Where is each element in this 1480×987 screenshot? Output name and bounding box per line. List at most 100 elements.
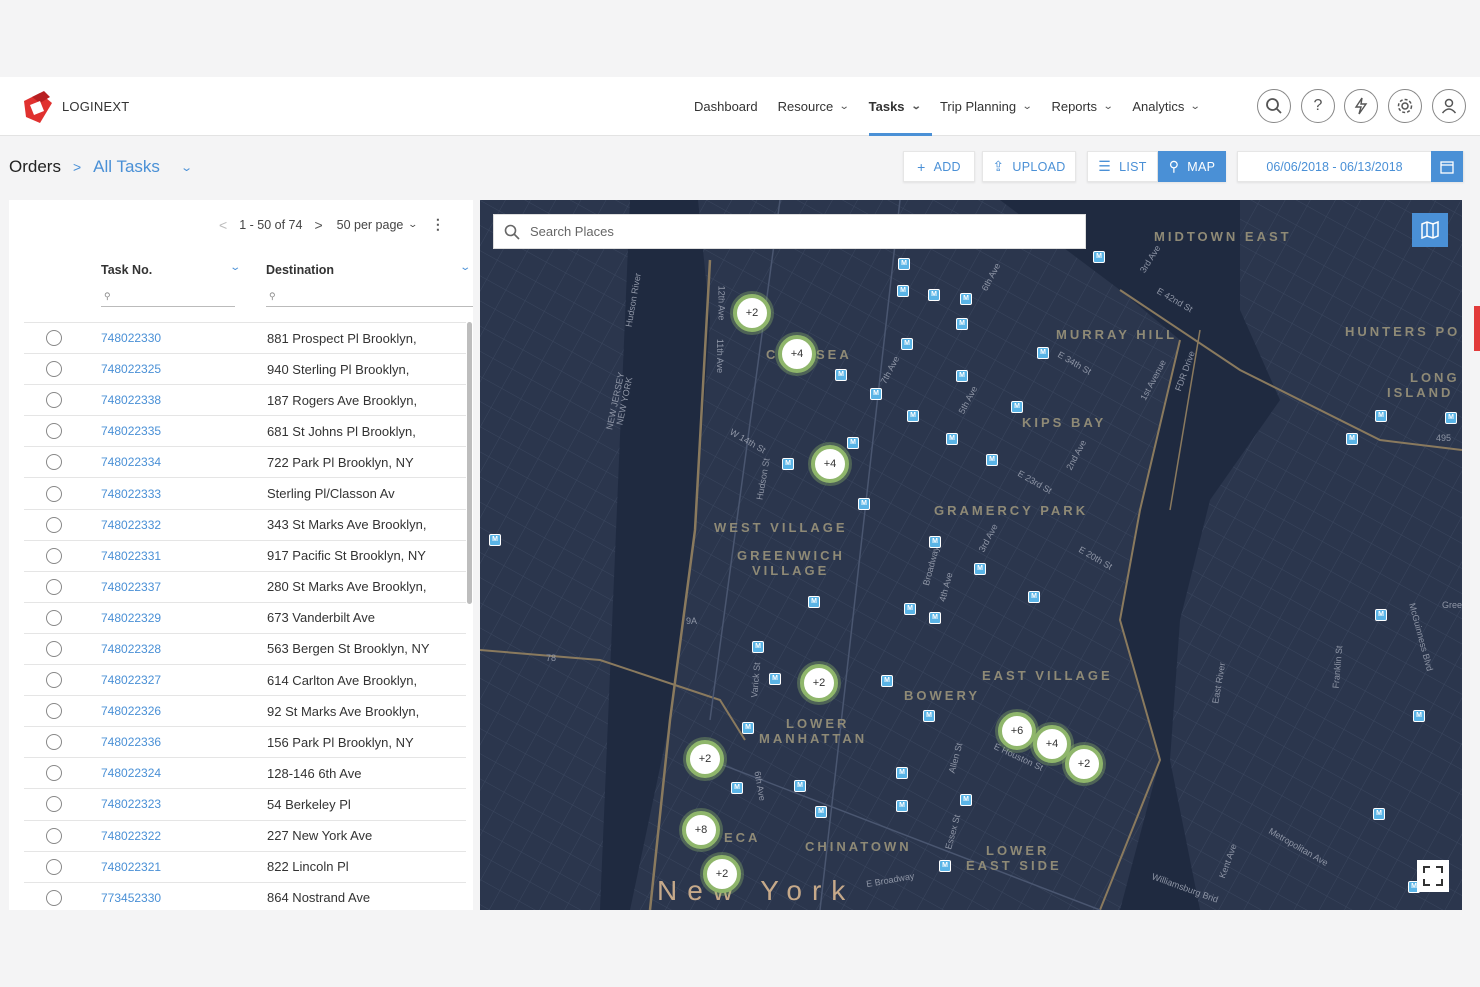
row-select-radio[interactable] <box>46 609 62 626</box>
chevron-down-icon[interactable]: ⌄ <box>459 262 471 273</box>
brand-logo[interactable]: LOGINEXT <box>18 87 129 125</box>
task-number-link[interactable]: 748022332 <box>101 518 161 532</box>
task-marker-icon[interactable]: M <box>929 612 941 624</box>
task-marker-icon[interactable]: M <box>815 806 827 818</box>
task-marker-icon[interactable]: M <box>808 596 820 608</box>
table-row[interactable]: 748022325 940 Sterling Pl Brooklyn, <box>24 354 466 386</box>
row-select-radio[interactable] <box>46 485 62 502</box>
nav-trip-planning[interactable]: Trip Planning ⌄ <box>930 77 1042 136</box>
table-row[interactable]: 748022326 92 St Marks Ave Brooklyn, <box>24 696 466 728</box>
task-marker-icon[interactable]: M <box>782 458 794 470</box>
upload-button[interactable]: ⇪ UPLOAD <box>982 151 1076 182</box>
task-marker-icon[interactable]: M <box>1037 347 1049 359</box>
help-button[interactable]: ? <box>1301 89 1335 123</box>
nav-tasks[interactable]: Tasks ⌄ <box>859 77 933 136</box>
table-row[interactable]: 748022327 614 Carlton Ave Brooklyn, <box>24 665 466 697</box>
task-number-link[interactable]: 748022324 <box>101 766 161 780</box>
map-cluster[interactable]: +2 <box>703 855 741 893</box>
map-cluster[interactable]: +2 <box>1065 745 1103 783</box>
date-range-picker[interactable]: 06/06/2018 - 06/13/2018 <box>1237 151 1464 182</box>
task-marker-icon[interactable]: M <box>1413 710 1425 722</box>
task-marker-icon[interactable]: M <box>896 800 908 812</box>
task-marker-icon[interactable]: M <box>1011 401 1023 413</box>
table-row[interactable]: 748022332 343 St Marks Ave Brooklyn, <box>24 510 466 541</box>
map-cluster[interactable]: +2 <box>733 294 771 332</box>
fullscreen-button[interactable] <box>1417 860 1449 892</box>
task-number-link[interactable]: 748022329 <box>101 611 161 625</box>
table-row[interactable]: 748022337 280 St Marks Ave Brooklyn, <box>24 572 466 603</box>
task-marker-icon[interactable]: M <box>986 454 998 466</box>
task-marker-icon[interactable]: M <box>794 780 806 792</box>
task-marker-icon[interactable]: M <box>870 388 882 400</box>
prev-page-icon[interactable]: < <box>219 217 227 233</box>
task-marker-icon[interactable]: M <box>1445 412 1457 424</box>
task-marker-icon[interactable]: M <box>939 860 951 872</box>
map-search-input[interactable]: Search Places <box>493 214 1086 249</box>
breadcrumb-all-tasks[interactable]: All Tasks <box>93 157 160 177</box>
row-select-radio[interactable] <box>46 765 62 782</box>
task-number-link[interactable]: 748022331 <box>101 549 161 563</box>
task-marker-icon[interactable]: M <box>928 289 940 301</box>
quick-actions-button[interactable] <box>1344 89 1378 123</box>
table-row[interactable]: 748022331 917 Pacific St Brooklyn, NY <box>24 541 466 572</box>
table-row[interactable]: 748022328 563 Bergen St Brooklyn, NY <box>24 634 466 666</box>
table-row[interactable]: 748022330 881 Prospect Pl Brooklyn, <box>24 323 466 355</box>
table-row[interactable]: 748022336 156 Park Pl Brooklyn, NY <box>24 727 466 759</box>
map-type-button[interactable] <box>1412 213 1448 247</box>
map-view[interactable]: MIDTOWN EAST MURRAY HILL HUNTERS PO KIPS… <box>480 200 1462 910</box>
next-page-icon[interactable]: > <box>314 217 322 233</box>
task-marker-icon[interactable]: M <box>974 563 986 575</box>
task-marker-icon[interactable]: M <box>956 370 968 382</box>
task-marker-icon[interactable]: M <box>858 498 870 510</box>
task-marker-icon[interactable]: M <box>752 641 764 653</box>
task-marker-icon[interactable]: M <box>946 433 958 445</box>
table-row[interactable]: 773452330 864 Nostrand Ave <box>24 883 466 910</box>
settings-button[interactable] <box>1388 89 1422 123</box>
table-row[interactable]: 748022338 187 Rogers Ave Brooklyn, <box>24 385 466 417</box>
task-marker-icon[interactable]: M <box>923 710 935 722</box>
task-marker-icon[interactable]: M <box>1028 591 1040 603</box>
task-marker-icon[interactable]: M <box>1375 609 1387 621</box>
row-select-radio[interactable] <box>46 578 62 595</box>
add-button[interactable]: + ADD <box>903 151 975 182</box>
task-marker-icon[interactable]: M <box>489 534 501 546</box>
profile-button[interactable] <box>1432 89 1466 123</box>
task-marker-icon[interactable]: M <box>769 673 781 685</box>
list-view-button[interactable]: ☰ LIST <box>1087 151 1158 182</box>
breadcrumb-orders[interactable]: Orders <box>9 157 61 177</box>
table-row[interactable]: 748022334 722 Park Pl Brooklyn, NY <box>24 447 466 479</box>
task-marker-icon[interactable]: M <box>1373 808 1385 820</box>
task-number-link[interactable]: 748022327 <box>101 673 161 687</box>
task-marker-icon[interactable]: M <box>904 603 916 615</box>
task-number-link[interactable]: 748022334 <box>101 455 161 469</box>
task-marker-icon[interactable]: M <box>929 536 941 548</box>
nav-resource[interactable]: Resource ⌄ <box>768 77 859 136</box>
map-cluster[interactable]: +6 <box>998 712 1036 750</box>
row-select-radio[interactable] <box>46 889 62 906</box>
table-row[interactable]: 748022321 822 Lincoln Pl <box>24 852 466 883</box>
chevron-down-icon[interactable]: ⌄ <box>229 262 241 273</box>
task-marker-icon[interactable]: M <box>897 285 909 297</box>
task-marker-icon[interactable]: M <box>901 338 913 350</box>
row-select-radio[interactable] <box>46 361 62 378</box>
map-cluster[interactable]: +4 <box>811 445 849 483</box>
map-cluster[interactable]: +4 <box>778 335 816 373</box>
task-number-link[interactable]: 748022322 <box>101 829 161 843</box>
map-cluster[interactable]: +2 <box>800 664 838 702</box>
task-marker-icon[interactable]: M <box>1093 251 1105 263</box>
task-marker-icon[interactable]: M <box>898 258 910 270</box>
map-cluster[interactable]: +2 <box>686 740 724 778</box>
task-number-link[interactable]: 748022328 <box>101 642 161 656</box>
row-select-radio[interactable] <box>46 516 62 533</box>
task-marker-icon[interactable]: M <box>731 782 743 794</box>
row-select-radio[interactable] <box>46 827 62 844</box>
nav-reports[interactable]: Reports ⌄ <box>1041 77 1122 136</box>
row-select-radio[interactable] <box>46 734 62 751</box>
table-row[interactable]: 748022323 54 Berkeley Pl <box>24 789 466 821</box>
row-select-radio[interactable] <box>46 330 62 347</box>
map-view-button[interactable]: ⚲ MAP <box>1158 151 1226 182</box>
chevron-down-icon[interactable]: ⌄ <box>180 161 193 174</box>
task-number-link[interactable]: 748022325 <box>101 362 161 376</box>
calendar-icon[interactable] <box>1431 151 1463 182</box>
task-number-link[interactable]: 748022333 <box>101 487 161 501</box>
